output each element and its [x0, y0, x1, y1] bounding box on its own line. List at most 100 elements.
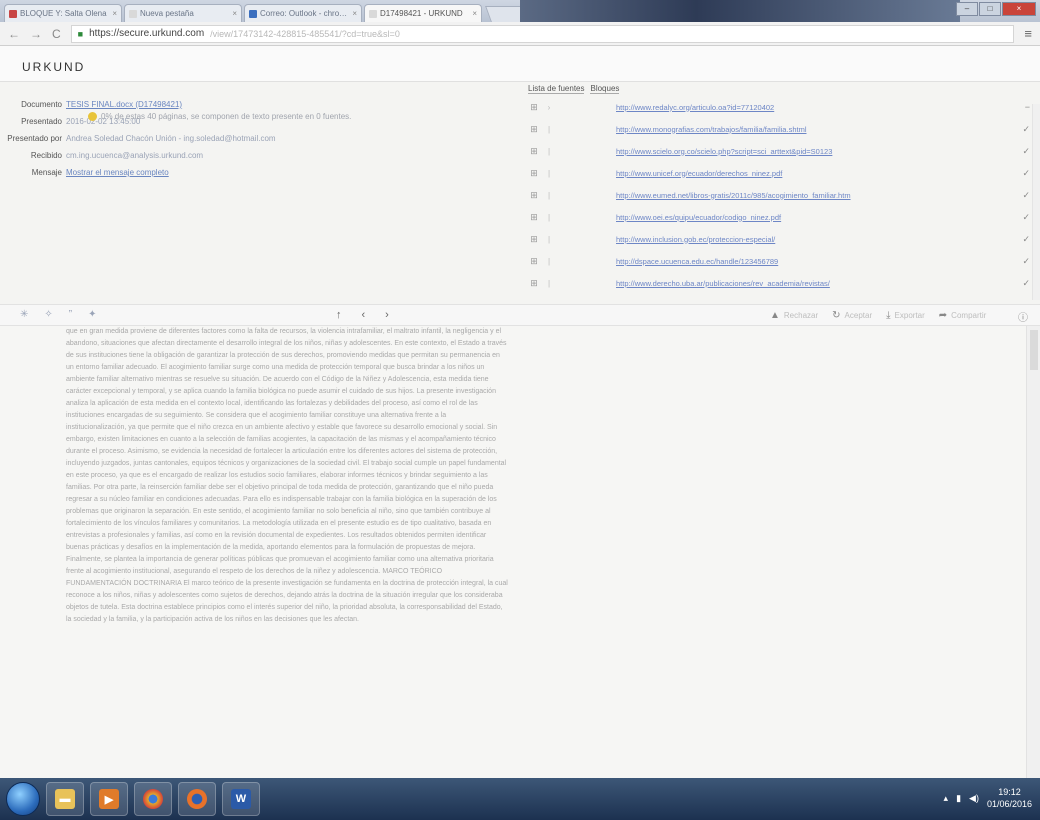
expand-plus-icon[interactable]: ⊞ — [526, 212, 542, 223]
pin-icon[interactable]: ✦ — [88, 309, 96, 320]
expand-plus-icon[interactable]: ⊞ — [526, 146, 542, 157]
expand-plus-icon[interactable]: ⊞ — [526, 278, 542, 289]
warning-nav-icon[interactable]: ↑ — [336, 309, 342, 321]
document-viewer: que en gran medida proviene de diferente… — [0, 326, 1040, 778]
browser-tab[interactable]: BLOQUE Y: Salta Olena × — [4, 4, 122, 22]
source-action-icon[interactable]: ✓ — [1022, 168, 1030, 179]
quote-icon[interactable]: ” — [69, 309, 72, 320]
volume-icon[interactable]: ◀) — [969, 793, 979, 804]
browser-tab-active[interactable]: D17498421 - URKUND × — [364, 4, 482, 22]
close-icon[interactable]: × — [352, 9, 357, 18]
next-icon[interactable]: › — [385, 309, 389, 321]
source-row[interactable]: ⊞ | http://www.derecho.uba.ar/publicacione… — [524, 272, 1040, 294]
firefox-icon — [187, 789, 207, 809]
previous-icon[interactable]: ‹ — [362, 309, 366, 321]
document-link[interactable]: TESIS FINAL.docx (D17498421) — [66, 100, 182, 109]
menu-icon[interactable]: ≡ — [1024, 26, 1032, 41]
source-link[interactable]: http://www.derecho.uba.ar/publicaciones/… — [616, 279, 1016, 288]
source-action-icon[interactable]: ✓ — [1022, 256, 1030, 267]
expand-plus-icon[interactable]: ⊞ — [526, 102, 542, 113]
info-icon[interactable]: ⓘ — [1018, 309, 1028, 324]
taskbar-word[interactable]: W — [222, 782, 260, 816]
source-row[interactable]: ⊞ › http://www.redalyc.org/articulo.oa?id=… — [524, 96, 1040, 118]
folder-icon: ▬ — [55, 789, 75, 809]
refresh-icon: ↻ — [832, 310, 841, 321]
document-text: que en gran medida proviene de diferente… — [66, 328, 508, 623]
window-controls: – □ × — [956, 2, 1036, 16]
source-marker: | — [547, 278, 551, 288]
url-path: /view/17473142-428815-485541/?cd=true&sl… — [210, 28, 400, 39]
source-link[interactable]: http://www.monografias.com/trabajos/fami… — [616, 125, 1016, 134]
info-row-presentado-por: Presentado por Andrea Soledad Chacón Uni… — [7, 134, 276, 143]
start-button[interactable] — [6, 782, 40, 816]
word-icon: W — [231, 789, 251, 809]
scrollbar-thumb[interactable] — [1030, 330, 1038, 370]
expand-plus-icon[interactable]: ⊞ — [526, 168, 542, 179]
forward-arrow-icon[interactable]: → — [30, 27, 42, 41]
source-row[interactable]: ⊞ | http://www.oei.es/quipu/ecuador/codigo… — [524, 206, 1040, 228]
expand-icon[interactable]: ✳ — [20, 309, 28, 320]
close-icon[interactable]: × — [112, 9, 117, 18]
expand-plus-icon[interactable]: ⊞ — [526, 256, 542, 267]
document-scrollbar[interactable] — [1026, 326, 1040, 778]
taskbar-chrome[interactable] — [134, 782, 172, 816]
source-action-icon[interactable]: ✓ — [1022, 234, 1030, 245]
taskbar-media[interactable]: ▶ — [90, 782, 128, 816]
url-input[interactable]: ■ https://secure.urkund.com /view/174731… — [70, 24, 1015, 43]
close-icon[interactable]: × — [472, 9, 477, 18]
source-row[interactable]: ⊞ | http://www.monografias.com/trabajos/fa… — [524, 118, 1040, 140]
favicon-icon — [9, 9, 17, 18]
show-message-link[interactable]: Mostrar el mensaje completo — [66, 168, 169, 177]
favicon-icon — [369, 9, 377, 18]
sources-scrollbar[interactable] — [1032, 104, 1040, 300]
source-row[interactable]: ⊞ | http://www.inclusion.gob.ec/proteccion… — [524, 228, 1040, 250]
tab-blocks[interactable]: Bloques — [590, 84, 620, 94]
info-row-documento: Documento TESIS FINAL.docx (D17498421) — [21, 100, 183, 109]
back-arrow-icon[interactable]: ← — [8, 27, 20, 41]
windows-taskbar: ▬ ▶ W ▴ ▮ ◀) 19:12 01/06/2016 — [0, 778, 1040, 820]
expand-plus-icon[interactable]: ⊞ — [526, 190, 542, 201]
browser-tab[interactable]: Correo: Outlook - chrome × — [244, 4, 362, 22]
lock-icon: ■ — [77, 28, 84, 39]
minimize-button[interactable]: – — [956, 2, 978, 16]
source-row[interactable]: ⊞ | http://dspace.ucuenca.edu.ec/handle/12… — [524, 250, 1040, 272]
share-button[interactable]: ➦ Compartir — [939, 310, 987, 321]
source-link[interactable]: http://www.eumed.net/libros-gratis/2011c… — [616, 191, 1016, 200]
reload-icon[interactable]: C — [52, 27, 61, 41]
source-action-icon[interactable]: ✓ — [1022, 278, 1030, 289]
source-row[interactable]: ⊞ | http://www.scielo.org.co/scielo.php?sc… — [524, 140, 1040, 162]
close-window-button[interactable]: × — [1002, 2, 1036, 16]
source-row[interactable]: ⊞ | http://www.unicef.org/ecuador/derechos… — [524, 162, 1040, 184]
warning-icon — [88, 112, 97, 121]
maximize-button[interactable]: □ — [979, 2, 1001, 16]
source-marker: | — [547, 168, 551, 178]
expand-plus-icon[interactable]: ⊞ — [526, 124, 542, 135]
settings-icon[interactable]: ✧ — [44, 309, 52, 320]
network-icon[interactable]: ▮ — [956, 793, 961, 804]
source-link[interactable]: http://www.oei.es/quipu/ecuador/codigo_n… — [616, 213, 1016, 222]
close-icon[interactable]: × — [232, 9, 237, 18]
source-link[interactable]: http://www.scielo.org.co/scielo.php?scri… — [616, 147, 1016, 156]
toolbar-actions: ▲ Rechazar ↻ Aceptar ⤓ Exportar ➦ Compar… — [770, 310, 986, 321]
browser-tab[interactable]: Nueva pestaña × — [124, 4, 242, 22]
taskbar-firefox[interactable] — [178, 782, 216, 816]
source-action-icon[interactable]: ✓ — [1022, 124, 1030, 135]
reject-button[interactable]: ▲ Rechazar — [770, 310, 818, 321]
taskbar-explorer[interactable]: ▬ — [46, 782, 84, 816]
document-toolbar: ✳ ✧ ” ✦ ↑ ‹ › ▲ Rechazar ↻ Aceptar ⤓ Exp… — [0, 304, 1040, 326]
source-action-icon[interactable]: ✓ — [1022, 146, 1030, 157]
tray-arrow-icon[interactable]: ▴ — [944, 793, 949, 804]
source-row[interactable]: ⊞ | http://www.eumed.net/libros-gratis/201… — [524, 184, 1040, 206]
export-button[interactable]: ⤓ Exportar — [886, 310, 925, 321]
source-link[interactable]: http://www.redalyc.org/articulo.oa?id=77… — [616, 103, 1016, 112]
source-action-icon[interactable]: ✓ — [1022, 190, 1030, 201]
source-link[interactable]: http://dspace.ucuenca.edu.ec/handle/1234… — [616, 257, 1016, 266]
source-link[interactable]: http://www.unicef.org/ecuador/derechos_n… — [616, 169, 1016, 178]
tab-source-list[interactable]: Lista de fuentes — [528, 84, 585, 94]
source-action-icon[interactable]: ✓ — [1022, 212, 1030, 223]
source-action-icon[interactable]: − — [1025, 102, 1030, 112]
accept-button[interactable]: ↻ Aceptar — [832, 310, 872, 321]
expand-plus-icon[interactable]: ⊞ — [526, 234, 542, 245]
clock[interactable]: 19:12 01/06/2016 — [987, 786, 1032, 810]
source-link[interactable]: http://www.inclusion.gob.ec/proteccion-e… — [616, 235, 1016, 244]
